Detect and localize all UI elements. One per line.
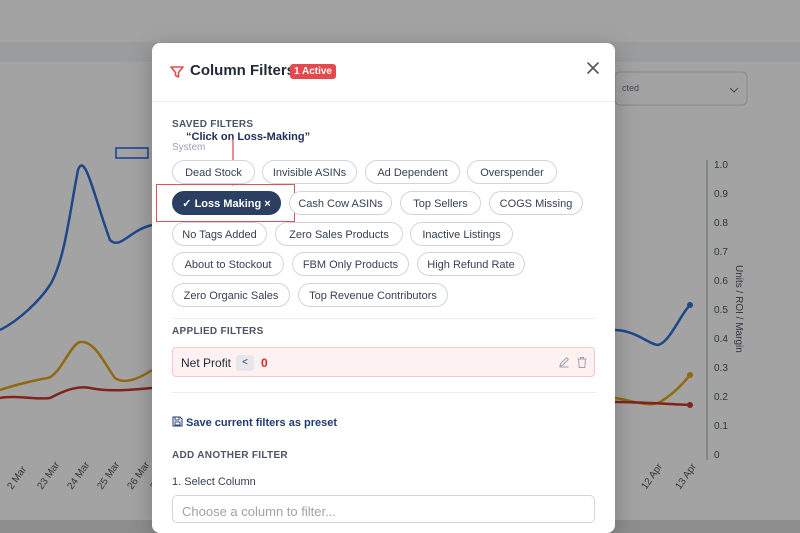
chip-zero-organic-sales[interactable]: Zero Organic Sales xyxy=(172,283,290,307)
chip-high-refund-rate[interactable]: High Refund Rate xyxy=(417,252,525,276)
chip-about-to-stockout[interactable]: About to Stockout xyxy=(172,252,284,276)
chip-zero-sales-products[interactable]: Zero Sales Products xyxy=(275,222,403,246)
add-filter-label: ADD ANOTHER FILTER xyxy=(172,450,288,461)
chip-cogs-missing[interactable]: COGS Missing xyxy=(489,191,583,215)
close-icon[interactable] xyxy=(584,59,602,77)
chip-invisible-asins[interactable]: Invisible ASINs xyxy=(262,160,357,184)
applied-filter-value: 0 xyxy=(261,356,268,370)
active-count-badge: 1 Active xyxy=(290,64,336,79)
saved-filters-label: SAVED FILTERS xyxy=(172,119,254,130)
column-select[interactable]: Choose a column to filter... xyxy=(172,495,595,523)
chip-inactive-listings[interactable]: Inactive Listings xyxy=(410,222,513,246)
chip-no-tags-added[interactable]: No Tags Added xyxy=(172,222,267,246)
divider xyxy=(172,318,596,319)
chip-dead-stock[interactable]: Dead Stock xyxy=(172,160,255,184)
column-filters-modal: Column Filters 1 Active SAVED FILTERS “C… xyxy=(152,43,615,533)
chip-overspender[interactable]: Overspender xyxy=(467,160,557,184)
chip-cash-cow-asins[interactable]: Cash Cow ASINs xyxy=(289,191,392,215)
applied-filters-label: APPLIED FILTERS xyxy=(172,326,264,337)
divider xyxy=(172,392,596,393)
column-select-placeholder: Choose a column to filter... xyxy=(182,504,336,519)
chip-ad-dependent[interactable]: Ad Dependent xyxy=(365,160,460,184)
chip-top-sellers[interactable]: Top Sellers xyxy=(400,191,481,215)
chip-fbm-only-products[interactable]: FBM Only Products xyxy=(292,252,409,276)
select-column-label: 1. Select Column xyxy=(172,476,256,488)
chip-top-revenue-contributors[interactable]: Top Revenue Contributors xyxy=(298,283,448,307)
filter-icon xyxy=(170,66,184,78)
modal-title: Column Filters xyxy=(190,62,296,79)
modal-header: Column Filters 1 Active xyxy=(152,43,615,102)
chip-loss-making[interactable]: ✓ Loss Making × xyxy=(172,191,281,215)
system-label: System xyxy=(172,142,206,153)
applied-filter-row: Net Profit < 0 xyxy=(172,347,595,377)
edit-icon[interactable] xyxy=(558,356,570,368)
save-preset-link[interactable]: Save current filters as preset xyxy=(186,417,337,429)
applied-filter-column: Net Profit xyxy=(181,356,232,370)
save-icon[interactable] xyxy=(172,416,183,427)
trash-icon[interactable] xyxy=(576,356,588,369)
applied-filter-operator: < xyxy=(236,355,254,371)
